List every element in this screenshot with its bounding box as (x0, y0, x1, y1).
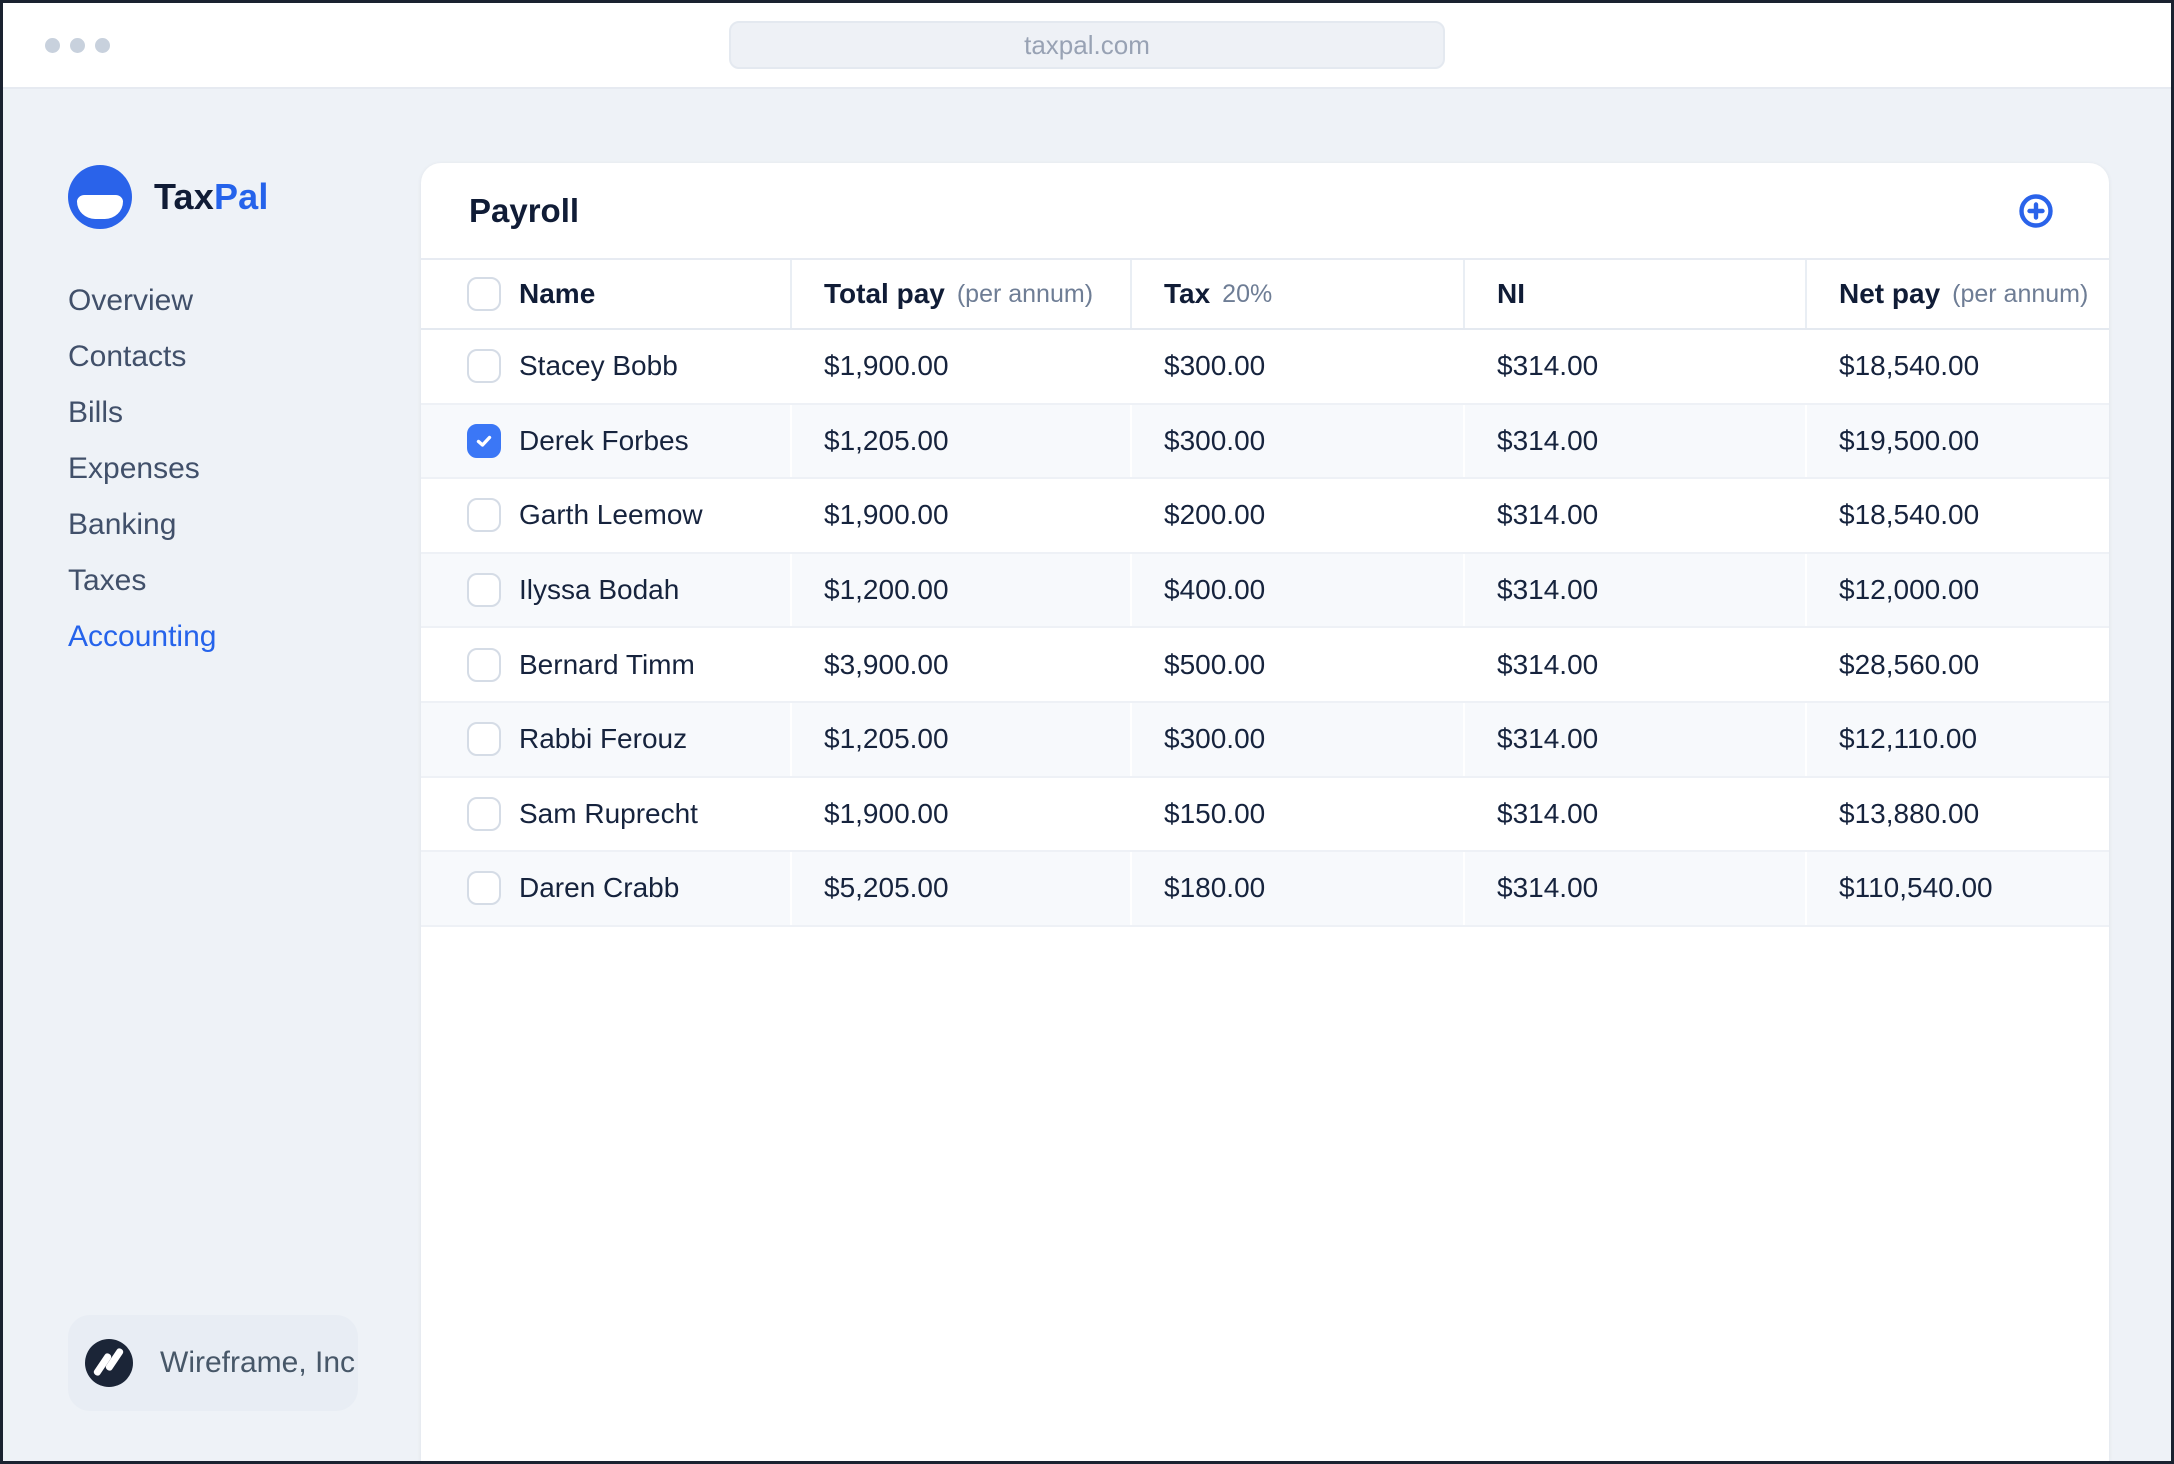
select-all-checkbox[interactable] (467, 277, 501, 311)
row-checkbox[interactable] (467, 573, 501, 608)
page-title: Payroll (469, 191, 580, 229)
row-checkbox[interactable] (467, 871, 501, 906)
tax-value: $300.00 (1164, 350, 1266, 382)
column-header-ni: NI (1497, 278, 1525, 309)
address-bar[interactable]: taxpal.com (729, 21, 1445, 69)
employee-name: Derek Forbes (519, 424, 689, 456)
payroll-row: Rabbi Ferouz $1,205.00 $300.00 $314.00 $… (421, 702, 2109, 778)
sidebar-item-accounting[interactable]: Accounting (68, 609, 216, 665)
total-pay-value: $1,900.00 (824, 499, 949, 531)
plus-circle-icon (2019, 193, 2053, 228)
window-control-dot[interactable] (95, 37, 110, 53)
net-pay-value: $19,500.00 (1839, 424, 1980, 456)
total-pay-value: $1,900.00 (824, 797, 949, 829)
employee-name: Sam Ruprecht (519, 797, 698, 829)
card-header: Payroll (421, 163, 2109, 260)
tax-value: $180.00 (1164, 872, 1266, 904)
net-pay-value: $12,000.00 (1839, 574, 1980, 606)
sidebar-nav: Overview Contacts Bills Expenses Banking… (68, 273, 216, 665)
employee-name: Stacey Bobb (519, 350, 678, 382)
employee-name: Garth Leemow (519, 499, 703, 531)
tax-value: $200.00 (1164, 499, 1266, 531)
column-header-tax: Tax (1164, 278, 1211, 309)
ni-value: $314.00 (1497, 648, 1599, 680)
address-bar-url: taxpal.com (1024, 29, 1150, 60)
sidebar-item-bills[interactable]: Bills (68, 385, 216, 441)
column-header-total-pay: Total pay (824, 278, 945, 309)
ni-value: $314.00 (1497, 499, 1599, 531)
table-header: Name Total pay (per annum) Tax 20% NI Net … (421, 260, 2109, 330)
total-pay-value: $1,205.00 (824, 723, 949, 755)
column-header-net-pay: Net pay (1839, 278, 1941, 309)
sidebar-item-taxes[interactable]: Taxes (68, 553, 216, 609)
payroll-card: Payroll Name Total pay (per annum) Tax 20%… (421, 163, 2109, 1461)
net-pay-value: $18,540.00 (1839, 350, 1980, 382)
window-controls (45, 3, 110, 87)
total-pay-value: $3,900.00 (824, 648, 949, 680)
total-pay-value: $5,205.00 (824, 872, 949, 904)
tax-value: $300.00 (1164, 723, 1266, 755)
tax-value: $150.00 (1164, 797, 1266, 829)
row-checkbox[interactable] (467, 647, 501, 682)
browser-chrome: taxpal.com (3, 3, 2171, 89)
payroll-row: Bernard Timm $3,900.00 $500.00 $314.00 $… (421, 628, 2109, 703)
sidebar-item-expenses[interactable]: Expenses (68, 441, 216, 497)
row-checkbox[interactable] (467, 722, 501, 757)
ni-value: $314.00 (1497, 872, 1599, 904)
employee-name: Bernard Timm (519, 648, 695, 680)
row-checkbox[interactable] (467, 349, 501, 384)
taxpal-logo-icon (68, 165, 132, 229)
sidebar-item-contacts[interactable]: Contacts (68, 329, 216, 385)
column-header-tax-sub: 20% (1222, 279, 1273, 308)
net-pay-value: $13,880.00 (1839, 797, 1980, 829)
net-pay-value: $18,540.00 (1839, 499, 1980, 531)
organization-switcher[interactable]: Wireframe, Inc (68, 1315, 358, 1411)
ni-value: $314.00 (1497, 574, 1599, 606)
total-pay-value: $1,205.00 (824, 424, 949, 456)
table-body: Stacey Bobb $1,900.00 $300.00 $314.00 $1… (421, 330, 2109, 927)
brand-name: TaxPal (154, 176, 269, 217)
tax-value: $400.00 (1164, 574, 1266, 606)
row-checkbox[interactable] (467, 498, 501, 533)
tax-value: $500.00 (1164, 648, 1266, 680)
payroll-row: Sam Ruprecht $1,900.00 $150.00 $314.00 $… (421, 777, 2109, 853)
sidebar-item-overview[interactable]: Overview (68, 273, 216, 329)
add-entry-button[interactable] (2013, 188, 2059, 234)
window-control-dot[interactable] (70, 37, 85, 53)
employee-name: Daren Crabb (519, 872, 680, 904)
net-pay-value: $12,110.00 (1839, 723, 1978, 755)
ni-value: $314.00 (1497, 797, 1599, 829)
wireframe-logo-icon (85, 1339, 133, 1387)
total-pay-value: $1,200.00 (824, 574, 949, 606)
employee-name: Ilyssa Bodah (519, 574, 680, 606)
payroll-row: Daren Crabb $5,205.00 $180.00 $314.00 $1… (421, 852, 2109, 927)
employee-name: Rabbi Ferouz (519, 723, 688, 755)
sidebar: TaxPal Overview Contacts Bills Expenses … (3, 89, 421, 1461)
column-header-net-pay-sub: (per annum) (1952, 279, 2089, 308)
organization-name: Wireframe, Inc (160, 1346, 356, 1379)
brand[interactable]: TaxPal (68, 165, 269, 229)
payroll-row: Ilyssa Bodah $1,200.00 $400.00 $314.00 $… (421, 553, 2109, 629)
payroll-row: Garth Leemow $1,900.00 $200.00 $314.00 $… (421, 479, 2109, 554)
column-header-total-pay-sub: (per annum) (956, 279, 1094, 308)
browser-window: taxpal.com TaxPal Overview Contacts Bill… (0, 0, 2174, 1464)
window-control-dot[interactable] (45, 37, 60, 53)
net-pay-value: $110,540.00 (1839, 872, 1993, 904)
row-checkbox[interactable] (467, 796, 501, 831)
payroll-row: Stacey Bobb $1,900.00 $300.00 $314.00 $1… (421, 330, 2109, 405)
net-pay-value: $28,560.00 (1839, 648, 1980, 680)
sidebar-item-banking[interactable]: Banking (68, 497, 216, 553)
total-pay-value: $1,900.00 (824, 350, 949, 382)
column-header-name: Name (519, 278, 596, 309)
ni-value: $314.00 (1497, 350, 1599, 382)
payroll-row: Derek Forbes $1,205.00 $300.00 $314.00 $… (421, 404, 2109, 480)
row-checkbox[interactable] (467, 423, 501, 458)
ni-value: $314.00 (1497, 424, 1599, 456)
tax-value: $300.00 (1164, 424, 1266, 456)
ni-value: $314.00 (1497, 723, 1599, 755)
